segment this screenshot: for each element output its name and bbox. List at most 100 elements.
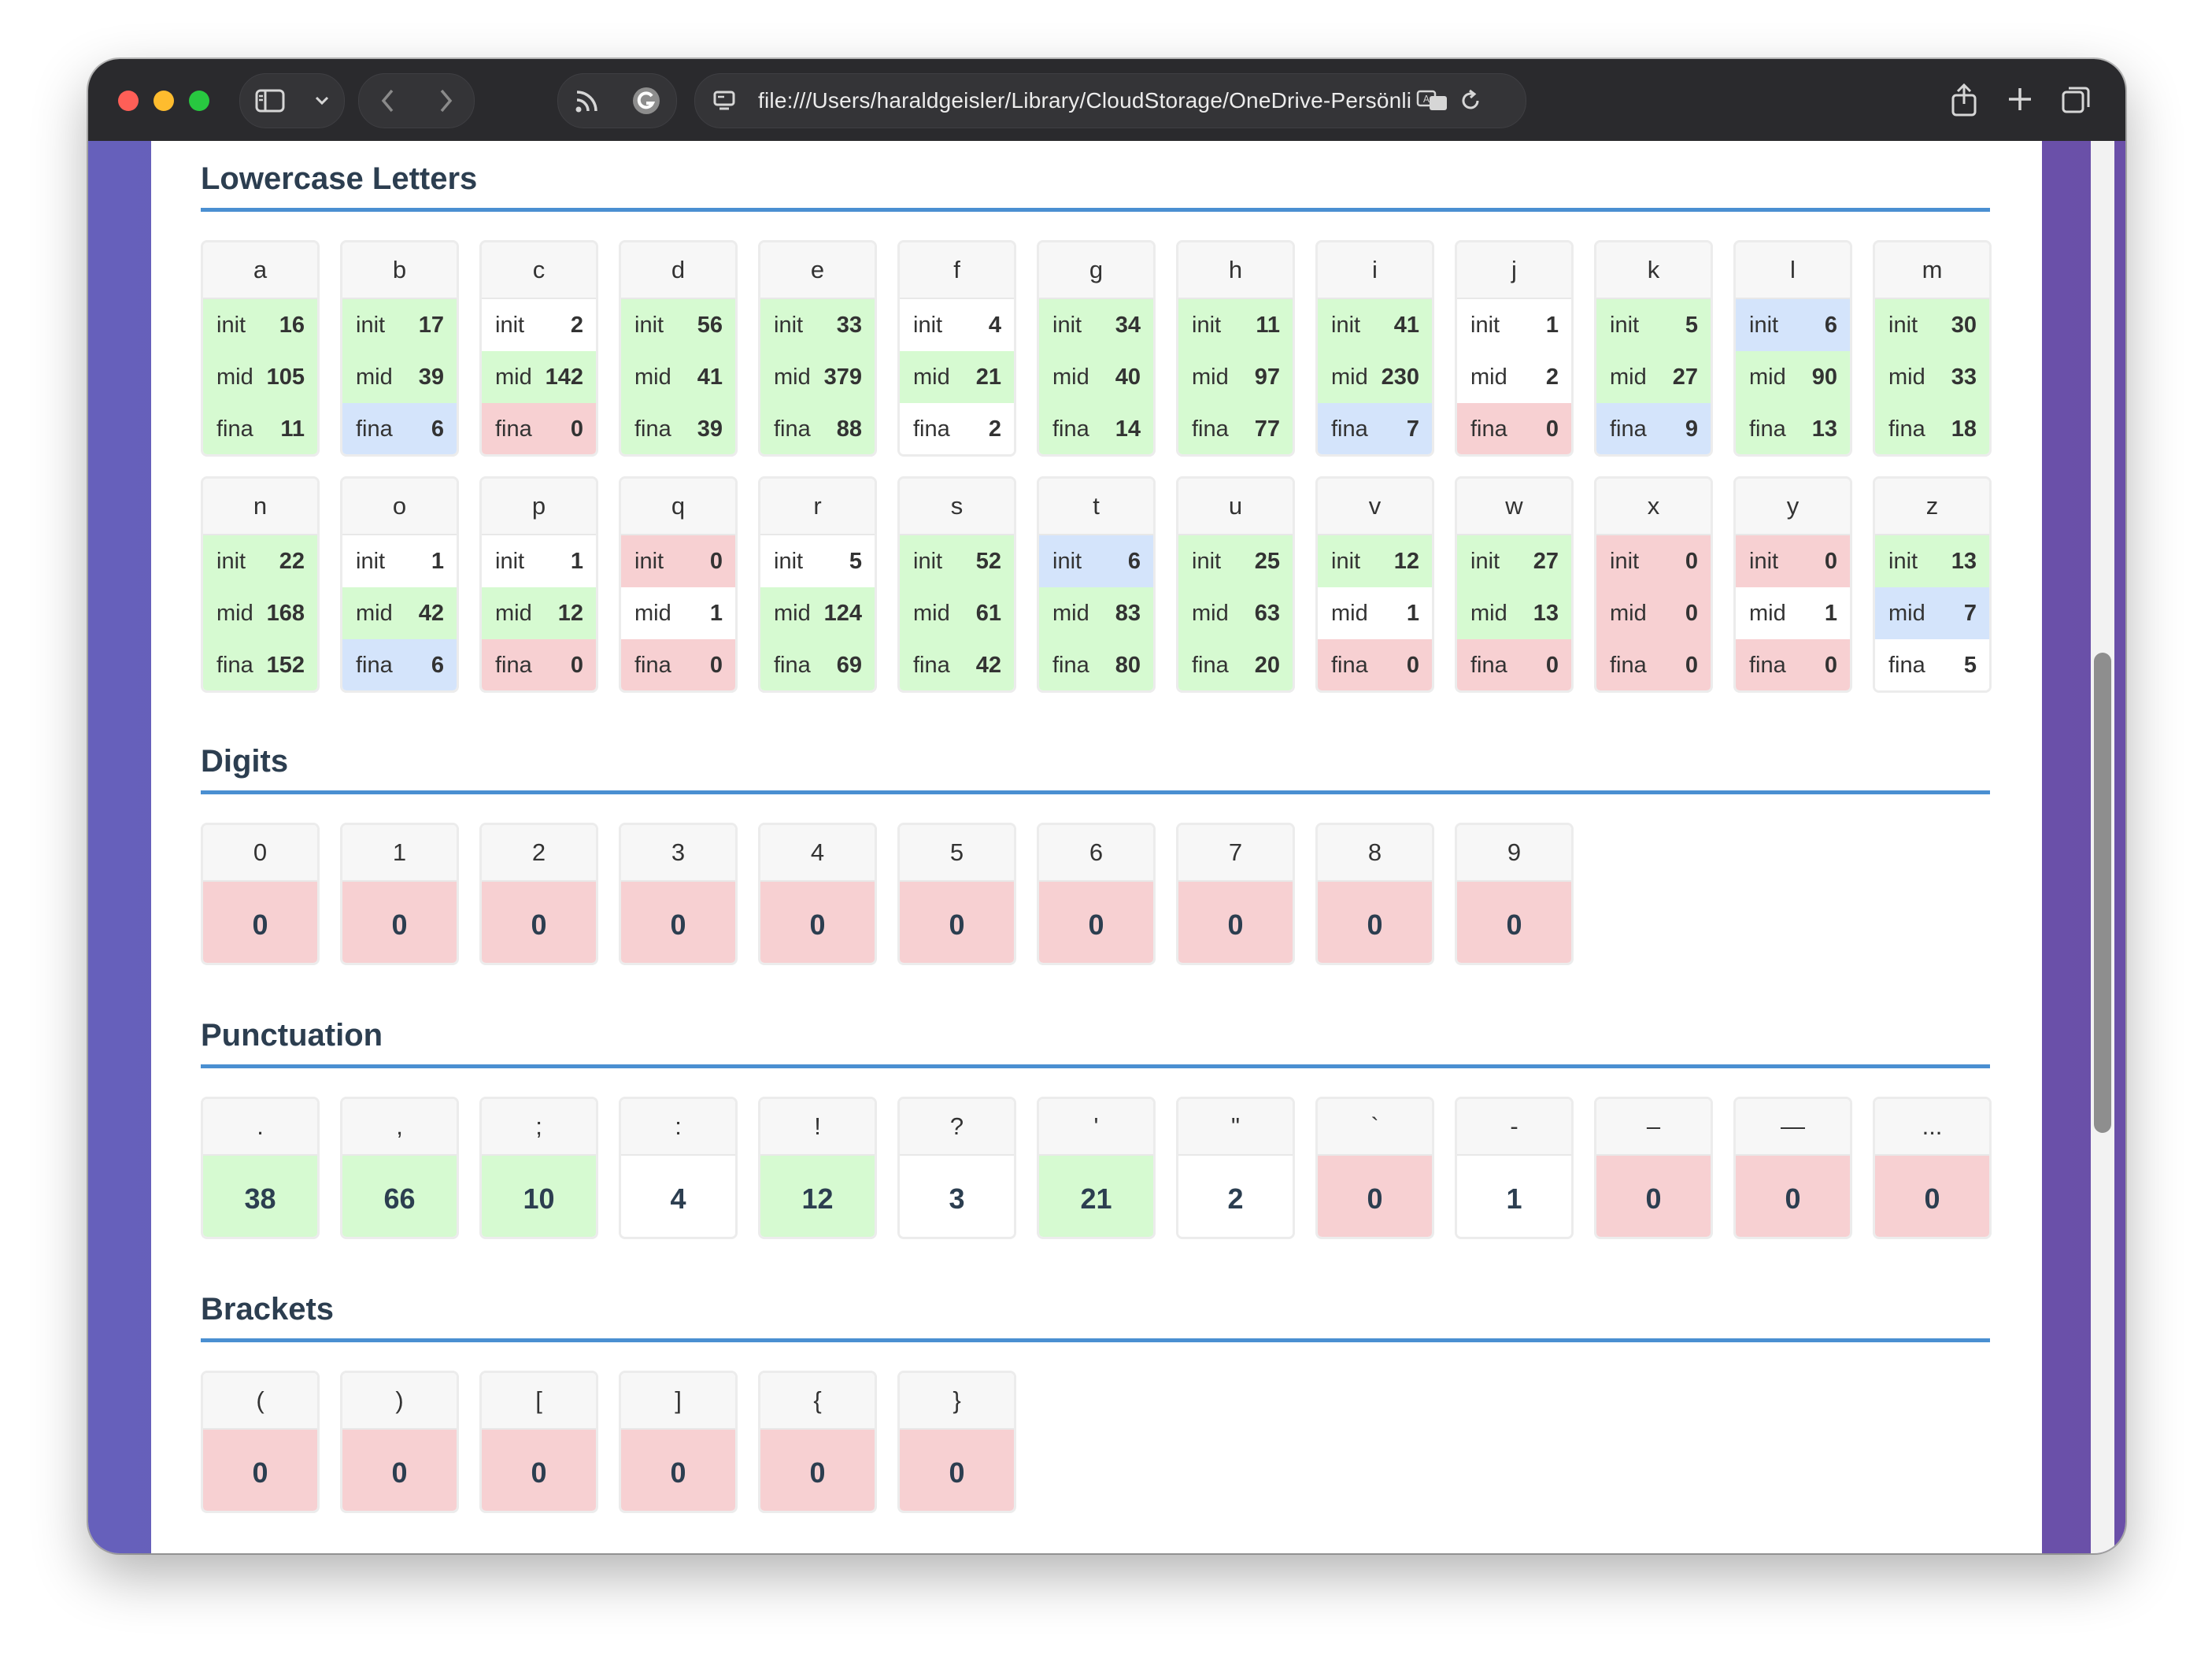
form-label: mid [356, 600, 393, 626]
form-label: init [774, 312, 804, 338]
form-label: fina [1888, 652, 1925, 678]
form-row-mid: mid 83 [1039, 587, 1153, 639]
form-label: fina [1470, 652, 1507, 678]
char-count: 0 [1039, 882, 1153, 963]
form-label: fina [356, 416, 393, 442]
form-label: fina [1052, 652, 1089, 678]
letter-char: d [621, 242, 735, 299]
form-count: 105 [266, 364, 305, 390]
form-count: 17 [418, 312, 444, 338]
letter-char: b [342, 242, 457, 299]
back-icon[interactable] [380, 88, 396, 113]
form-count: 1 [1406, 600, 1419, 626]
punctuation-card: ? 3 [897, 1097, 1016, 1239]
form-row-init: init 34 [1039, 299, 1153, 351]
url-text[interactable]: file:///Users/haraldgeisler/Library/Clou… [758, 88, 1411, 113]
char-count: 0 [1457, 882, 1571, 963]
form-row-init: init 30 [1875, 299, 1989, 351]
letter-char: y [1736, 479, 1850, 535]
letter-char: l [1736, 242, 1850, 299]
form-count: 34 [1115, 312, 1141, 338]
sidebar-icon[interactable] [255, 89, 285, 113]
minimize-window-button[interactable] [154, 91, 174, 111]
char-count: 0 [482, 1430, 596, 1511]
form-count: 2 [570, 312, 583, 338]
form-label: init [1888, 548, 1918, 574]
tab-overview-icon[interactable] [2061, 85, 2091, 115]
form-label: mid [1888, 600, 1925, 626]
letter-char: o [342, 479, 457, 535]
address-bar[interactable]: file:///Users/haraldgeisler/Library/Clou… [694, 73, 1526, 128]
form-row-mid: mid 61 [900, 587, 1014, 639]
punctuation-grid: . 38, 66; 10:4! 12? 3 ' 21 " 2 ` 0-1–0—0... 0 [201, 1097, 1992, 1239]
form-count: 13 [1533, 600, 1559, 626]
new-tab-icon[interactable] [2007, 86, 2033, 113]
form-label: mid [495, 364, 532, 390]
scrollbar-thumb[interactable] [2094, 653, 2111, 1133]
form-label: fina [216, 652, 253, 678]
history-nav-group [358, 73, 475, 128]
reload-icon[interactable] [1459, 89, 1482, 113]
form-row-mid: mid 13 [1457, 587, 1571, 639]
char-count: 0 [760, 882, 875, 963]
form-count: 1 [1545, 312, 1559, 338]
char-label: 3 [621, 825, 735, 882]
translate-icon[interactable]: A [1416, 89, 1449, 113]
form-label: fina [1470, 416, 1507, 442]
rss-icon[interactable] [574, 87, 601, 114]
form-count: 2 [1545, 364, 1559, 390]
form-row-mid: mid 142 [482, 351, 596, 403]
letter-card: k init 5 mid 27 fina 9 [1594, 240, 1713, 457]
punctuation-card: :4 [619, 1097, 738, 1239]
form-row-fina: fina 18 [1875, 403, 1989, 454]
form-row-fina: fina 77 [1178, 403, 1293, 454]
char-count: 0 [342, 1430, 457, 1511]
close-window-button[interactable] [118, 91, 139, 111]
form-label: mid [216, 600, 253, 626]
form-label: init [913, 548, 943, 574]
form-row-fina: fina 14 [1039, 403, 1153, 454]
form-label: fina [495, 652, 532, 678]
form-label: mid [1888, 364, 1925, 390]
form-row-mid: mid 0 [1596, 587, 1711, 639]
form-count: 0 [709, 548, 723, 574]
form-row-mid: mid 124 [760, 587, 875, 639]
form-row-mid: mid 1 [1736, 587, 1850, 639]
form-row-fina: fina 42 [900, 639, 1014, 690]
form-label: mid [1610, 600, 1647, 626]
char-label: 8 [1318, 825, 1432, 882]
punctuation-card: ; 10 [479, 1097, 598, 1239]
digit-card: 10 [340, 823, 459, 965]
form-row-mid: mid 230 [1318, 351, 1432, 403]
form-row-fina: fina 152 [203, 639, 317, 690]
page-settings-icon[interactable] [712, 89, 736, 113]
form-label: init [1192, 312, 1222, 338]
letter-char: p [482, 479, 596, 535]
form-row-mid: mid 39 [342, 351, 457, 403]
form-count: 0 [1685, 548, 1698, 574]
form-label: init [1749, 548, 1779, 574]
form-row-fina: fina 6 [342, 639, 457, 690]
form-count: 1 [570, 548, 583, 574]
share-icon[interactable] [1950, 83, 1978, 117]
char-count: 1 [1457, 1156, 1571, 1237]
digit-card: 40 [758, 823, 877, 965]
chevron-down-icon[interactable] [314, 95, 330, 106]
section-title: Lowercase Letters [201, 157, 1990, 212]
char-label: } [900, 1373, 1014, 1430]
punctuation-card: —0 [1733, 1097, 1852, 1239]
form-label: fina [634, 416, 671, 442]
digit-card: 00 [201, 823, 320, 965]
form-count: 1 [709, 600, 723, 626]
form-label: fina [1749, 416, 1786, 442]
form-count: 2 [988, 416, 1001, 442]
form-row-fina: fina 9 [1596, 403, 1711, 454]
char-label: ] [621, 1373, 735, 1430]
grammarly-icon[interactable] [631, 86, 661, 116]
form-count: 13 [1951, 548, 1977, 574]
form-label: init [216, 548, 246, 574]
maximize-window-button[interactable] [189, 91, 209, 111]
form-count: 80 [1115, 652, 1141, 678]
forward-icon[interactable] [438, 88, 453, 113]
form-row-fina: fina 13 [1736, 403, 1850, 454]
